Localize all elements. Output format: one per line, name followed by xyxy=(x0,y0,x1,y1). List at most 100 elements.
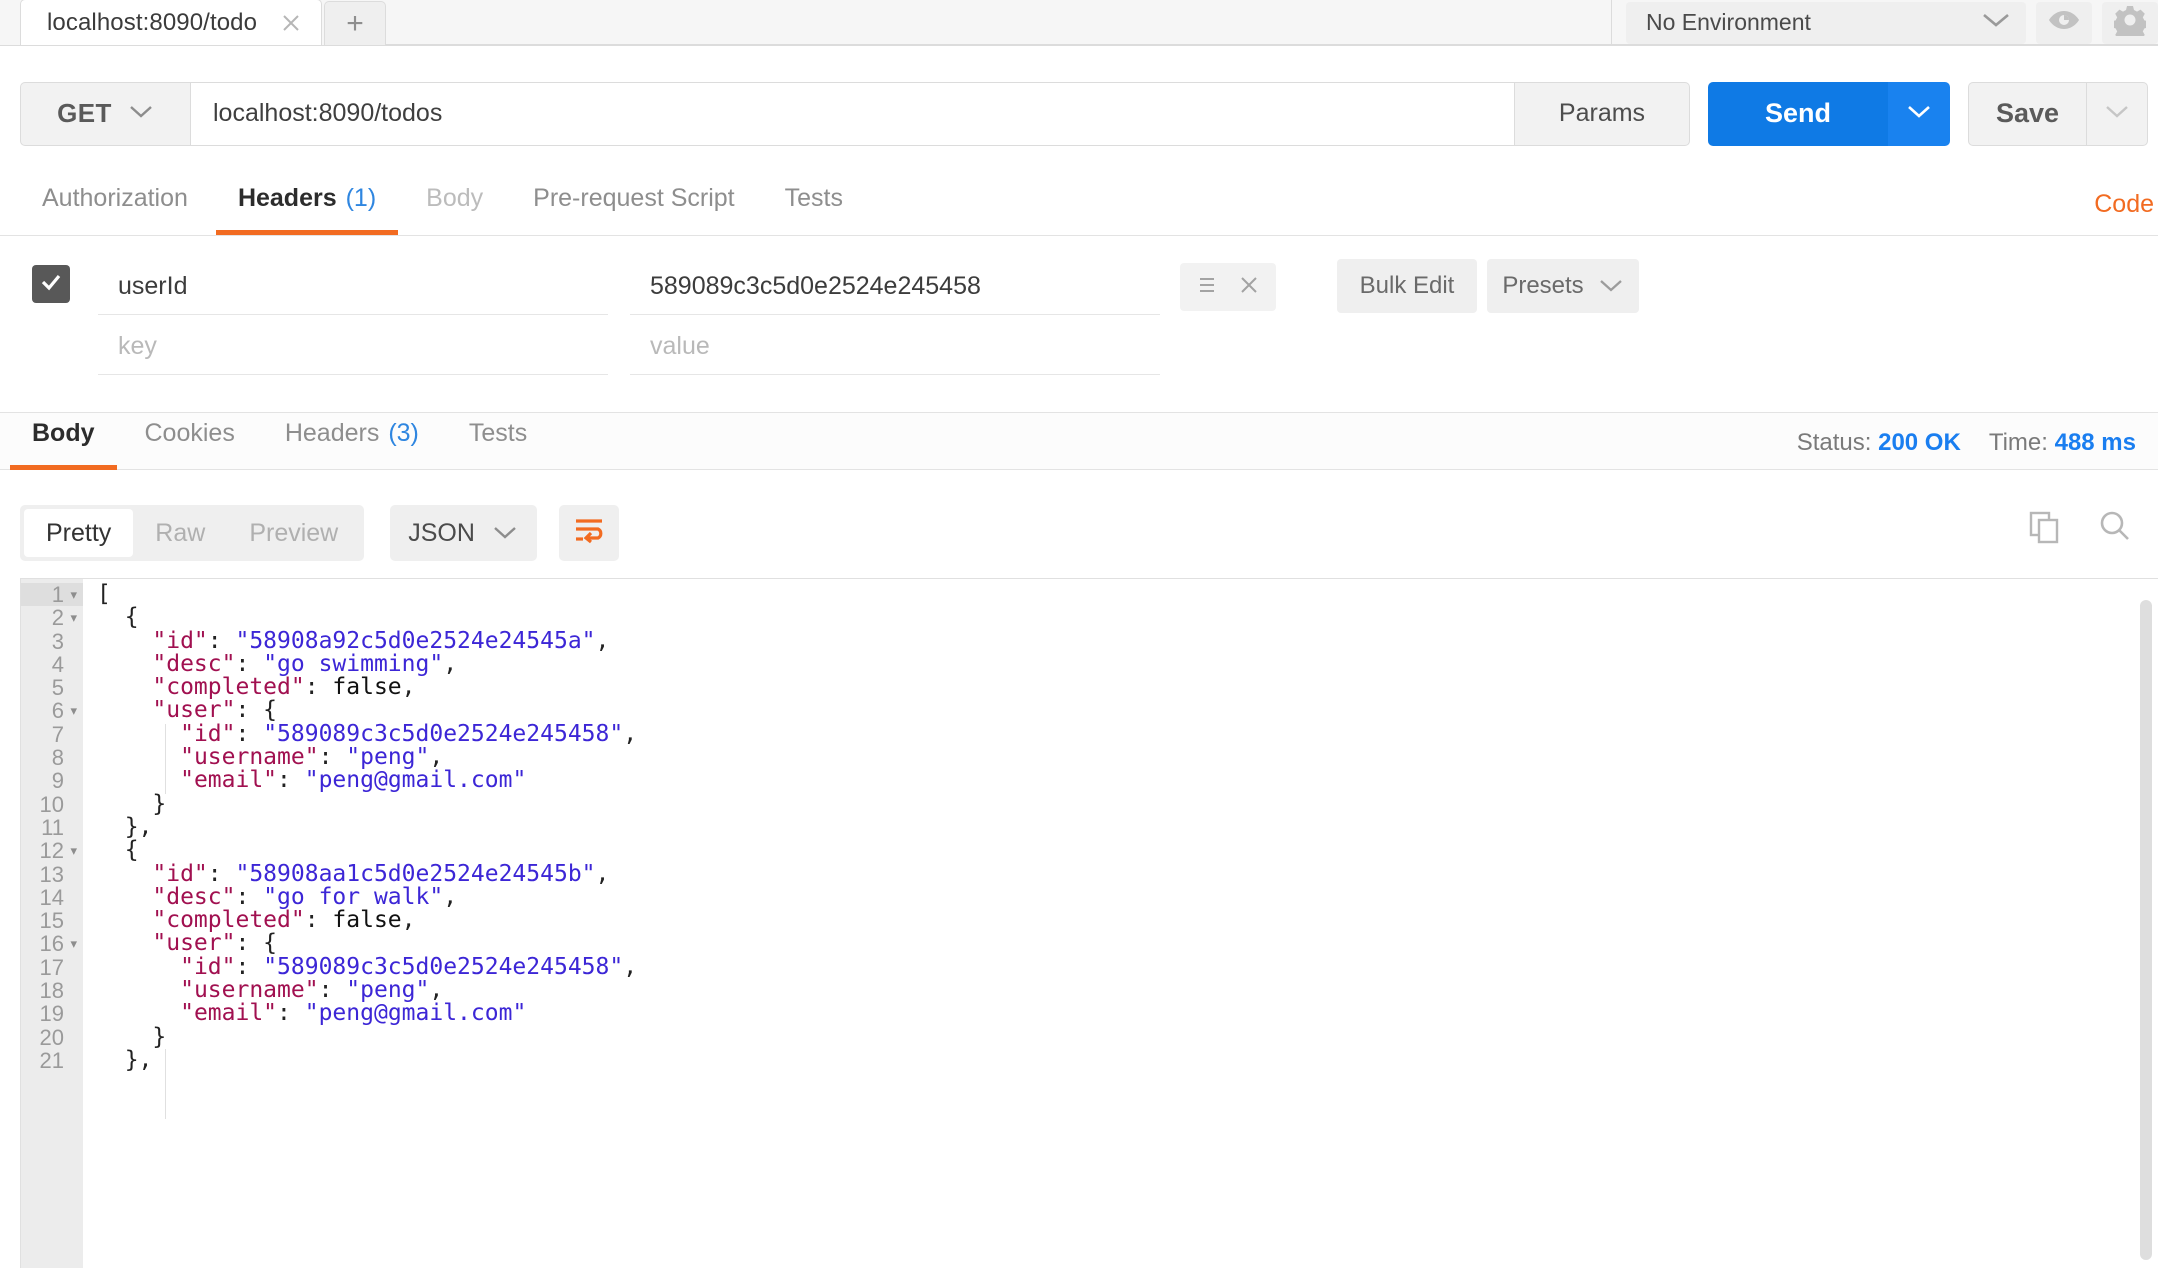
save-label: Save xyxy=(1996,98,2059,129)
code-line: 13▾ "id": "58908aa1c5d0e2524e24545b", xyxy=(21,863,2097,886)
response-tab-body[interactable]: Body xyxy=(10,413,117,470)
code-line-content: }, xyxy=(83,1049,152,1072)
tab-headers[interactable]: Headers (1) xyxy=(216,178,398,235)
fold-toggle-icon[interactable]: ▾ xyxy=(67,583,77,606)
response-format-selector[interactable]: JSON xyxy=(390,505,537,561)
code-line: 15▾ "completed": false, xyxy=(21,909,2097,932)
code-line-content: } xyxy=(83,1026,166,1049)
code-line: 8▾ "username": "peng", xyxy=(21,746,2097,769)
presets-button[interactable]: Presets xyxy=(1487,259,1639,313)
url-bar: GET localhost:8090/todos Params Send Sav… xyxy=(0,75,2158,152)
header-value-input-empty[interactable]: value xyxy=(630,319,1160,375)
chevron-down-icon xyxy=(2104,103,2130,125)
time-value[interactable]: 488 ms xyxy=(2055,429,2136,456)
url-input[interactable]: localhost:8090/todos xyxy=(190,82,1515,146)
environment-selected-label: No Environment xyxy=(1646,9,1811,36)
line-number: 9▾ xyxy=(21,769,83,792)
header-enabled-checkbox[interactable] xyxy=(32,265,70,303)
tab-pre-request-script[interactable]: Pre-request Script xyxy=(511,178,756,235)
header-row-empty: key value xyxy=(0,316,2158,378)
header-key-value: userId xyxy=(118,272,187,301)
tab-body[interactable]: Body xyxy=(404,178,505,235)
view-mode-pretty[interactable]: Pretty xyxy=(24,509,133,557)
request-tab[interactable]: localhost:8090/todo xyxy=(20,0,322,45)
tab-label: Tests xyxy=(785,184,843,213)
tab-label: Headers xyxy=(238,184,337,213)
header-value-input[interactable]: 589089c3c5d0e2524e245458 xyxy=(630,259,1160,315)
new-tab-button[interactable]: + xyxy=(324,1,386,45)
line-number: 16▾ xyxy=(21,932,83,955)
http-method-selector[interactable]: GET xyxy=(20,82,190,146)
header-value-value: 589089c3c5d0e2524e245458 xyxy=(650,272,981,301)
line-number: 11▾ xyxy=(21,816,83,839)
code-line-content: "user": { xyxy=(83,932,277,955)
send-button[interactable]: Send xyxy=(1708,82,1888,146)
response-body-actions xyxy=(2026,508,2132,549)
fold-toggle-icon[interactable]: ▾ xyxy=(67,699,77,722)
code-line: 4▾ "desc": "go swimming", xyxy=(21,653,2097,676)
word-wrap-button[interactable] xyxy=(559,505,619,561)
save-button-group: Save xyxy=(1968,82,2148,146)
code-line-content: "id": "58908a92c5d0e2524e24545a", xyxy=(83,630,609,653)
code-line: 12▾ { xyxy=(21,839,2097,862)
send-options-button[interactable] xyxy=(1888,82,1950,146)
status-badge[interactable]: 200 OK xyxy=(1878,429,1961,456)
send-label: Send xyxy=(1765,98,1831,129)
code-line-content: "completed": false, xyxy=(83,676,416,699)
headers-editor: userId 589089c3c5d0e2524e245458 Bulk xyxy=(0,236,2158,416)
http-method-label: GET xyxy=(57,98,112,129)
save-button[interactable]: Save xyxy=(1968,82,2086,146)
time-label: Time: xyxy=(1989,429,2048,456)
response-tab-headers[interactable]: Headers (3) xyxy=(263,413,441,470)
list-menu-icon[interactable] xyxy=(1196,274,1218,301)
line-number: 6▾ xyxy=(21,699,83,722)
environment-settings-button[interactable] xyxy=(2102,2,2158,44)
environment-quick-look-button[interactable] xyxy=(2036,2,2092,44)
search-icon[interactable] xyxy=(2096,508,2132,549)
code-line: 10▾ } xyxy=(21,793,2097,816)
tab-authorization[interactable]: Authorization xyxy=(20,178,210,235)
fold-toggle-icon[interactable]: ▾ xyxy=(67,932,77,955)
code-line: 20▾ } xyxy=(21,1026,2097,1049)
header-row: userId 589089c3c5d0e2524e245458 Bulk xyxy=(0,256,2158,318)
header-key-input[interactable]: userId xyxy=(98,259,608,315)
response-body-scrollbar[interactable] xyxy=(2140,600,2152,1260)
response-tab-cookies[interactable]: Cookies xyxy=(123,413,257,470)
fold-toggle-icon[interactable]: ▾ xyxy=(67,606,77,629)
code-line-content: "id": "589089c3c5d0e2524e245458", xyxy=(83,723,637,746)
view-mode-raw[interactable]: Raw xyxy=(133,509,227,557)
code-line: 7▾ "id": "589089c3c5d0e2524e245458", xyxy=(21,723,2097,746)
view-mode-label: Pretty xyxy=(46,519,111,548)
word-wrap-icon xyxy=(572,516,606,551)
save-options-button[interactable] xyxy=(2086,82,2148,146)
presets-label: Presets xyxy=(1502,272,1583,300)
response-body-code-viewer[interactable]: 1▾[2▾ {3▾ "id": "58908a92c5d0e2524e24545… xyxy=(20,578,2158,1268)
fold-toggle-icon[interactable]: ▾ xyxy=(67,839,77,862)
code-line: 11▾ }, xyxy=(21,816,2097,839)
line-number: 15▾ xyxy=(21,909,83,932)
bulk-edit-button[interactable]: Bulk Edit xyxy=(1337,259,1477,313)
close-icon[interactable] xyxy=(1238,274,1260,301)
code-line: 21▾ }, xyxy=(21,1049,2097,1072)
header-key-input-empty[interactable]: key xyxy=(98,319,608,375)
line-number: 13▾ xyxy=(21,863,83,886)
params-button[interactable]: Params xyxy=(1515,82,1690,146)
code-line-content: "username": "peng", xyxy=(83,979,443,1002)
tab-label: Authorization xyxy=(42,184,188,213)
environment-selector[interactable]: No Environment xyxy=(1626,2,2026,44)
copy-icon[interactable] xyxy=(2026,508,2062,549)
view-mode-preview[interactable]: Preview xyxy=(227,509,360,557)
code-line-content: "email": "peng@gmail.com" xyxy=(83,769,526,792)
tab-count: (3) xyxy=(388,419,419,448)
line-number: 4▾ xyxy=(21,653,83,676)
line-number: 19▾ xyxy=(21,1002,83,1025)
close-icon[interactable] xyxy=(279,11,303,35)
chevron-down-icon xyxy=(128,103,154,125)
header-key-placeholder: key xyxy=(118,332,157,361)
response-tab-tests[interactable]: Tests xyxy=(447,413,549,470)
response-body-toolbar: Pretty Raw Preview JSON xyxy=(0,490,2158,576)
status-label: Status: xyxy=(1797,429,1872,456)
code-line: 1▾[ xyxy=(21,583,2097,606)
tab-tests[interactable]: Tests xyxy=(763,178,865,235)
code-link[interactable]: Code xyxy=(2094,190,2154,219)
